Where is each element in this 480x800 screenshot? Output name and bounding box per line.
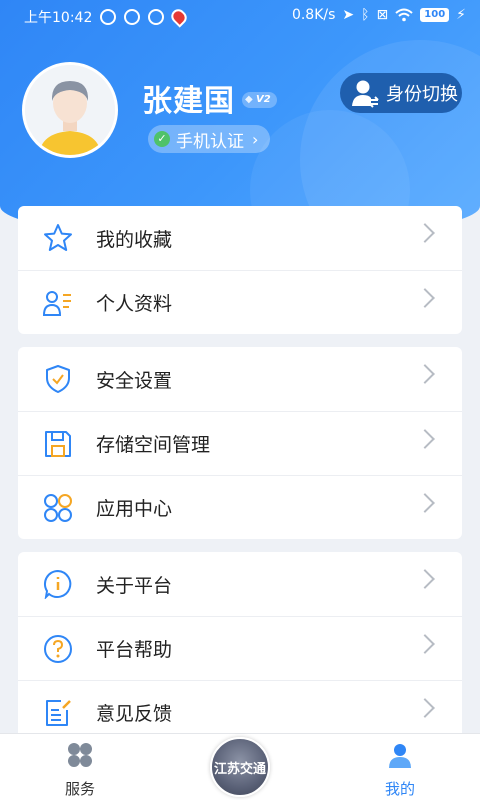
menu-item-label: 应用中心 bbox=[96, 498, 173, 520]
menu-item-profile[interactable]: 个人资料 bbox=[18, 270, 462, 334]
menu-item-label: 安全设置 bbox=[96, 369, 173, 392]
switch-identity-button[interactable]: 身份切换 bbox=[340, 73, 462, 113]
avatar[interactable] bbox=[22, 62, 118, 158]
help-icon bbox=[42, 633, 74, 665]
notification-icon bbox=[148, 9, 165, 25]
chevron-right-icon bbox=[415, 698, 435, 718]
center-logo-text: 江苏交通 bbox=[213, 761, 266, 777]
menu-item-label: 我的收藏 bbox=[96, 228, 173, 251]
menu-item-favorites[interactable]: 我的收藏 bbox=[18, 206, 462, 270]
chevron-right-icon bbox=[415, 569, 435, 589]
menu-item-storage[interactable]: 存储空间管理 bbox=[18, 411, 462, 475]
info-icon bbox=[42, 568, 74, 600]
chevron-right-icon bbox=[415, 493, 435, 513]
status-bar: 上午10:42 0.8K/s ➤ ᛒ ⊠ 100 ⚡ bbox=[0, 0, 480, 32]
chevron-right-icon: › bbox=[252, 129, 259, 149]
profile-list-icon bbox=[42, 287, 74, 319]
profile-header: 上午10:42 0.8K/s ➤ ᛒ ⊠ 100 ⚡ 张建国 ◆ V2 ✓ 手机… bbox=[0, 0, 480, 240]
bluetooth-icon: ᛒ bbox=[361, 7, 370, 23]
center-logo-button[interactable]: 江苏交通 bbox=[210, 737, 270, 797]
star-icon bbox=[42, 222, 74, 254]
switch-label: 身份切换 bbox=[386, 84, 458, 105]
shield-icon bbox=[42, 363, 74, 395]
chevron-right-icon bbox=[415, 429, 435, 449]
menu-group: 我的收藏 个人资料 bbox=[18, 206, 462, 334]
check-icon: ✓ bbox=[154, 131, 170, 147]
notification-icon bbox=[124, 9, 141, 25]
menu-item-label: 存储空间管理 bbox=[96, 434, 211, 456]
menu-item-app-center[interactable]: 应用中心 bbox=[18, 475, 462, 539]
floppy-icon bbox=[42, 428, 74, 460]
chevron-right-icon bbox=[415, 634, 435, 654]
tab-label: 服务 bbox=[64, 780, 95, 798]
wifi-icon bbox=[395, 8, 413, 22]
menu-item-security[interactable]: 安全设置 bbox=[18, 347, 462, 411]
feedback-icon bbox=[42, 697, 74, 729]
charging-icon: ⚡ bbox=[456, 7, 466, 23]
status-time: 上午10:42 bbox=[24, 10, 93, 26]
apps-icon bbox=[42, 492, 74, 524]
phone-verified-badge[interactable]: ✓ 手机认证 › bbox=[148, 125, 271, 153]
tab-label: 我的 bbox=[384, 780, 415, 798]
chevron-right-icon bbox=[415, 223, 435, 243]
tab-service[interactable]: 服务 bbox=[40, 740, 120, 799]
tab-mine[interactable]: 我的 bbox=[360, 740, 440, 799]
sim-off-icon: ⊠ bbox=[376, 7, 389, 23]
menu-group: 关于平台 平台帮助 意见反馈 bbox=[18, 552, 462, 736]
user-icon bbox=[387, 742, 413, 768]
verify-label: 手机认证 bbox=[176, 131, 244, 152]
map-pin-icon bbox=[168, 6, 190, 28]
user-avatar-icon bbox=[25, 65, 115, 155]
menu-item-label: 个人资料 bbox=[96, 293, 173, 315]
menu-item-about[interactable]: 关于平台 bbox=[18, 552, 462, 616]
menu-group: 安全设置 存储空间管理 应用中心 bbox=[18, 347, 462, 539]
menu-item-label: 意见反馈 bbox=[96, 703, 173, 725]
location-arrow-icon: ➤ bbox=[342, 7, 355, 23]
notification-icon bbox=[100, 9, 117, 25]
menu-item-label: 关于平台 bbox=[96, 574, 173, 597]
user-switch-icon bbox=[352, 80, 379, 108]
menu-item-help[interactable]: 平台帮助 bbox=[18, 616, 462, 680]
network-speed: 0.8K/s bbox=[291, 7, 336, 23]
menu-item-label: 平台帮助 bbox=[96, 639, 173, 661]
chevron-right-icon bbox=[415, 288, 435, 308]
user-name: 张建国 bbox=[142, 84, 235, 119]
vip-badge: V2 bbox=[242, 92, 277, 108]
chevron-right-icon bbox=[415, 364, 435, 384]
menu-item-feedback[interactable]: 意见反馈 bbox=[18, 680, 462, 736]
clover-icon bbox=[67, 742, 93, 768]
battery-level: 100 bbox=[420, 8, 450, 22]
